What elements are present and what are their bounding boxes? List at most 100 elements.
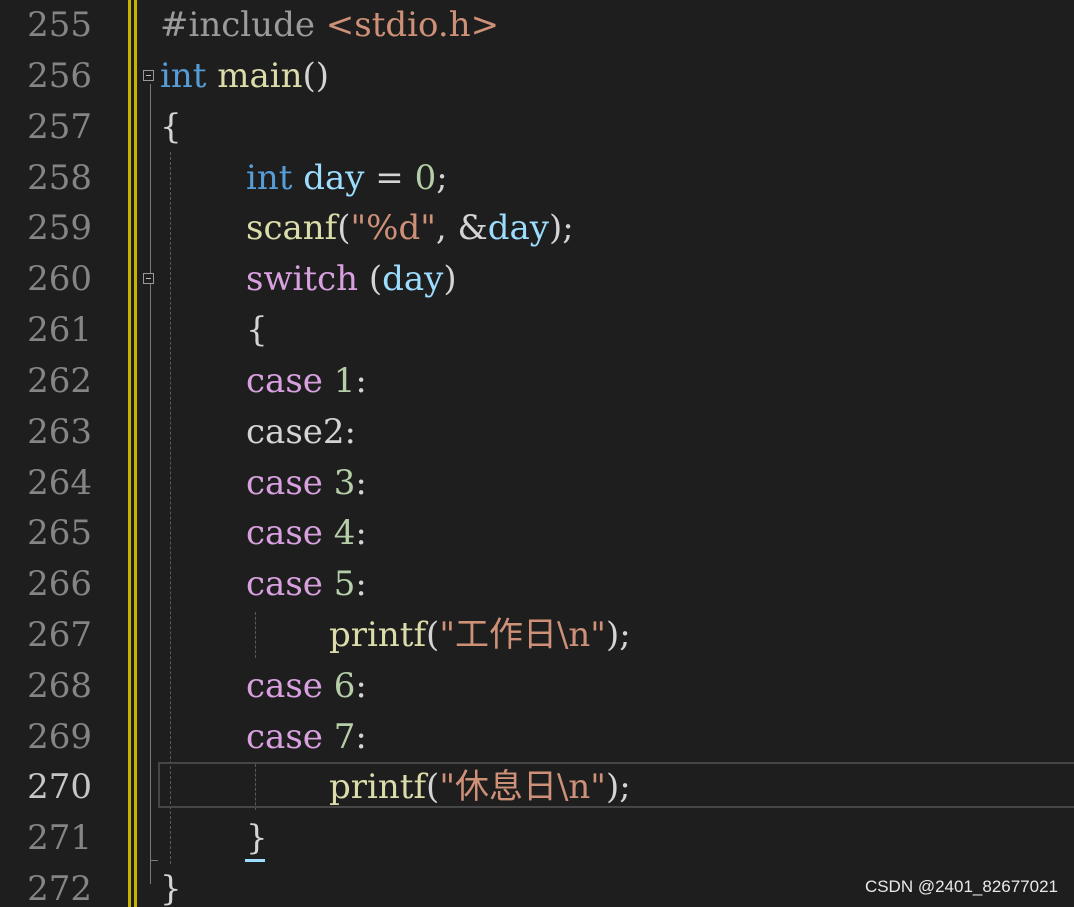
code-line-259[interactable]: scanf("%d", &day); [246,203,574,254]
line-number: 267 [27,615,92,655]
code-line-271[interactable]: } [246,813,268,864]
control-keyword: case [246,564,323,604]
line-number: 256 [27,56,92,96]
brace: { [246,310,268,350]
brace: { [160,107,182,147]
line-number: 258 [27,158,92,198]
line-number: 264 [27,463,92,503]
line-number: 266 [27,564,92,604]
code-line-272[interactable]: } [160,864,182,907]
code-line-266[interactable]: case 5: [246,559,367,610]
line-number: 262 [27,361,92,401]
function-name: main [217,56,303,96]
function-name: printf [329,767,427,807]
punctuation: ( [337,208,351,248]
punctuation: ); [605,615,631,655]
brace: } [246,818,268,858]
collapse-icon[interactable] [143,70,154,81]
code-line-261[interactable]: { [246,305,268,356]
code-editor[interactable]: 255 256 257 258 259 260 261 262 263 264 … [0,0,1074,907]
line-number: 268 [27,666,92,706]
punctuation: ); [549,208,574,248]
punctuation: : [355,361,367,401]
code-line-263[interactable]: case2: [246,407,356,458]
control-keyword: case [246,717,323,757]
punctuation: ( [426,767,440,807]
number-literal: 1 [333,361,356,401]
operator: = [364,158,415,198]
line-number: 269 [27,717,92,757]
line-number: 257 [27,107,92,147]
code-line-257[interactable]: { [160,102,182,153]
code-line-258[interactable]: int day = 0; [246,153,448,204]
outline-fold-line [150,84,151,884]
indent-guide [170,152,171,864]
punctuation: ); [605,767,631,807]
code-line-264[interactable]: case 3: [246,458,367,509]
number-literal: 3 [333,463,356,503]
outline-fold-end [150,860,158,861]
code-line-265[interactable]: case 4: [246,508,367,559]
brace: } [160,869,182,907]
string-literal: "休息日\n" [439,767,606,807]
keyword: int [246,158,293,198]
number-literal: 4 [333,513,356,553]
code-line-255[interactable]: #include <stdio.h> [160,0,499,51]
collapse-icon[interactable] [143,273,154,284]
code-line-267[interactable]: printf("工作日\n"); [329,610,631,661]
code-line-268[interactable]: case 6: [246,661,367,712]
punctuation: ) [443,259,457,299]
line-number: 272 [27,869,92,907]
punctuation: : [355,717,367,757]
punctuation: , & [435,208,488,248]
line-number-current: 270 [27,767,92,807]
punctuation: ( [358,259,383,299]
line-number: 271 [27,818,92,858]
text-caret [245,859,265,862]
line-number: 261 [27,310,92,350]
punctuation: : [355,564,367,604]
plain-text: case2: [246,412,356,452]
control-keyword: case [246,463,323,503]
control-keyword: case [246,666,323,706]
variable: day [303,158,365,198]
punctuation: () [302,56,330,96]
watermark: CSDN @2401_82677021 [864,877,1058,896]
function-name: printf [329,615,427,655]
punctuation: ( [426,615,440,655]
variable: day [382,259,444,299]
number-literal: 5 [333,564,356,604]
control-keyword: case [246,361,323,401]
punctuation: : [355,463,367,503]
line-number: 255 [27,5,92,45]
line-number: 259 [27,208,92,248]
string-literal: "工作日\n" [439,615,606,655]
function-name: scanf [246,208,338,248]
code-line-270[interactable]: printf("休息日\n"); [329,762,631,813]
control-keyword: case [246,513,323,553]
punctuation: : [355,513,367,553]
line-number: 260 [27,259,92,299]
code-line-256[interactable]: int main() [160,51,329,102]
keyword: int [160,56,207,96]
number-literal: 0 [414,158,437,198]
include-header: <stdio.h> [325,5,500,45]
line-number: 265 [27,513,92,553]
variable: day [487,208,550,248]
punctuation: : [355,666,367,706]
line-number: 263 [27,412,92,452]
code-line-269[interactable]: case 7: [246,712,367,763]
string-literal: "%d" [350,208,436,248]
code-line-260[interactable]: switch (day) [246,254,457,305]
number-literal: 7 [333,717,356,757]
code-line-262[interactable]: case 1: [246,356,367,407]
punctuation: ; [436,158,448,198]
